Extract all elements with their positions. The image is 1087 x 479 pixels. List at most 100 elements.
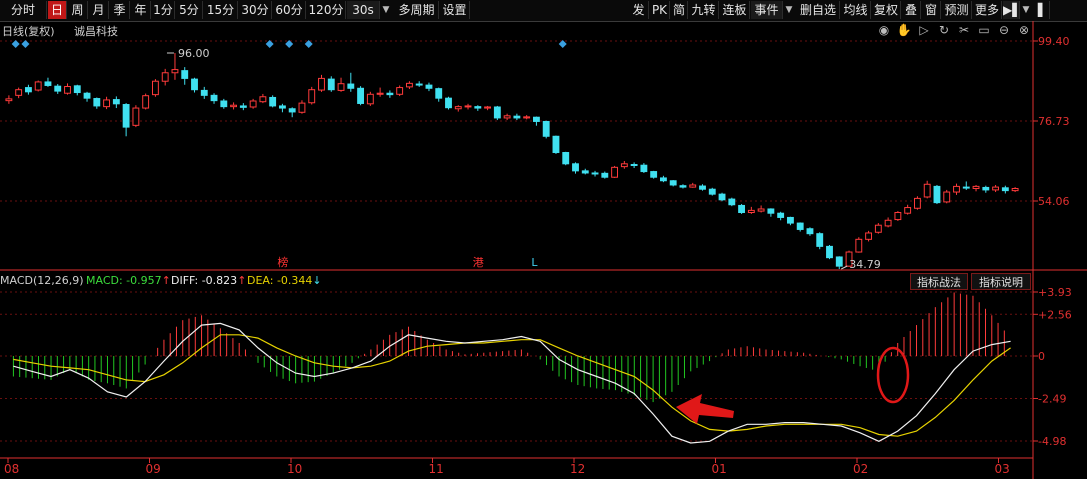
- copy-icon[interactable]: ▭: [976, 22, 992, 38]
- candle-body: [982, 186, 990, 191]
- candle-body: [220, 100, 228, 108]
- candle-body: [992, 186, 1000, 191]
- candle-body: [552, 135, 560, 154]
- candle-body: [816, 233, 824, 247]
- candle-body: [718, 193, 726, 201]
- price-axis-label: 99.40: [1038, 35, 1070, 48]
- candle-body: [542, 120, 550, 137]
- event-marker-label: L: [531, 256, 538, 269]
- candle-body: [943, 191, 951, 203]
- high-price-label: 96.00: [178, 47, 210, 60]
- candle-body: [904, 207, 912, 214]
- candle-body: [572, 163, 579, 172]
- candle-body: [894, 212, 902, 221]
- candle-body: [611, 166, 619, 178]
- month-label: 12: [570, 462, 585, 476]
- macd-axis-label: 0: [1038, 350, 1045, 363]
- candle-body: [112, 99, 120, 105]
- candle-body: [630, 164, 638, 167]
- candle-body: [659, 177, 667, 182]
- event-diamond-icon: [21, 40, 30, 48]
- play-icon[interactable]: ▷: [916, 22, 932, 38]
- candle-body: [64, 86, 71, 94]
- candle-body: [435, 88, 443, 99]
- candle-body: [171, 69, 179, 74]
- month-label: 11: [429, 462, 444, 476]
- candle-body: [513, 115, 521, 119]
- indicator-strategy-button[interactable]: 指标战法: [910, 273, 968, 290]
- candle-body: [777, 212, 785, 218]
- candle-body: [122, 104, 130, 128]
- candle-body: [337, 83, 345, 91]
- candle-body: [484, 106, 492, 109]
- candle-body: [142, 95, 150, 109]
- event-diamond-icon: [11, 40, 20, 48]
- candle-body: [454, 106, 462, 110]
- dea-value: DEA: -0.344↓: [247, 274, 322, 287]
- candle-body: [318, 77, 325, 91]
- candle-body: [826, 245, 833, 259]
- candle-body: [962, 186, 970, 189]
- candle-body: [953, 185, 960, 193]
- candle-body: [591, 172, 599, 175]
- candle-body: [933, 185, 941, 204]
- close-icon[interactable]: ⊗: [1016, 22, 1032, 38]
- candle-body: [855, 238, 863, 253]
- candle-body: [278, 105, 286, 109]
- candle-body: [54, 85, 62, 92]
- annotation-circle: [876, 346, 910, 404]
- candle-body: [679, 185, 687, 188]
- candle-body: [532, 116, 540, 122]
- candle-body: [161, 72, 169, 82]
- candle-body: [200, 89, 208, 96]
- replay-icon[interactable]: ↻: [936, 22, 952, 38]
- candle-body: [298, 102, 306, 113]
- candle-body: [865, 232, 873, 240]
- candle-body: [44, 81, 52, 86]
- dea-line: [13, 334, 1011, 437]
- month-label: 02: [853, 462, 868, 476]
- candle-body: [259, 96, 267, 103]
- candle-body: [699, 185, 706, 190]
- diff-line: [13, 322, 1011, 444]
- candle-body: [640, 164, 648, 173]
- candle-body: [669, 180, 677, 186]
- candle-body: [1001, 187, 1009, 192]
- candle-body: [874, 224, 882, 233]
- candle-body: [239, 105, 247, 108]
- minimize-icon[interactable]: ⊖: [996, 22, 1012, 38]
- month-label: 08: [4, 462, 19, 476]
- candle-body: [191, 78, 198, 91]
- candle-body: [796, 222, 804, 230]
- hand-icon[interactable]: ✋: [896, 22, 912, 38]
- candle-body: [15, 89, 23, 96]
- candle-body: [474, 106, 482, 109]
- macd-axis-label: +3.93: [1038, 286, 1072, 299]
- candle-body: [562, 152, 570, 165]
- candle-body: [386, 92, 394, 96]
- candle-body: [1011, 188, 1019, 192]
- candle-body: [757, 208, 765, 212]
- candle-body: [835, 256, 843, 267]
- price-axis-label: 76.73: [1038, 115, 1070, 128]
- stock-period-label: 日线(复权): [2, 25, 55, 38]
- candle-body: [464, 105, 472, 108]
- candle-body: [581, 170, 589, 174]
- candle-body: [132, 107, 140, 126]
- candle-body: [73, 85, 81, 94]
- candle-body: [327, 78, 335, 91]
- candle-body: [493, 106, 501, 119]
- candle-body: [347, 83, 355, 89]
- candle-body: [210, 94, 218, 102]
- month-label: 03: [995, 462, 1010, 476]
- scissors-icon[interactable]: ✂: [956, 22, 972, 38]
- candle-body: [83, 92, 91, 99]
- candle-body: [288, 108, 296, 113]
- indicator-help-button[interactable]: 指标说明: [971, 273, 1031, 290]
- candle-body: [415, 83, 423, 86]
- candle-body: [181, 70, 189, 79]
- candle-body: [884, 219, 892, 227]
- eye-icon[interactable]: ◉: [876, 22, 892, 38]
- candle-body: [708, 188, 716, 195]
- candle-body: [503, 115, 511, 119]
